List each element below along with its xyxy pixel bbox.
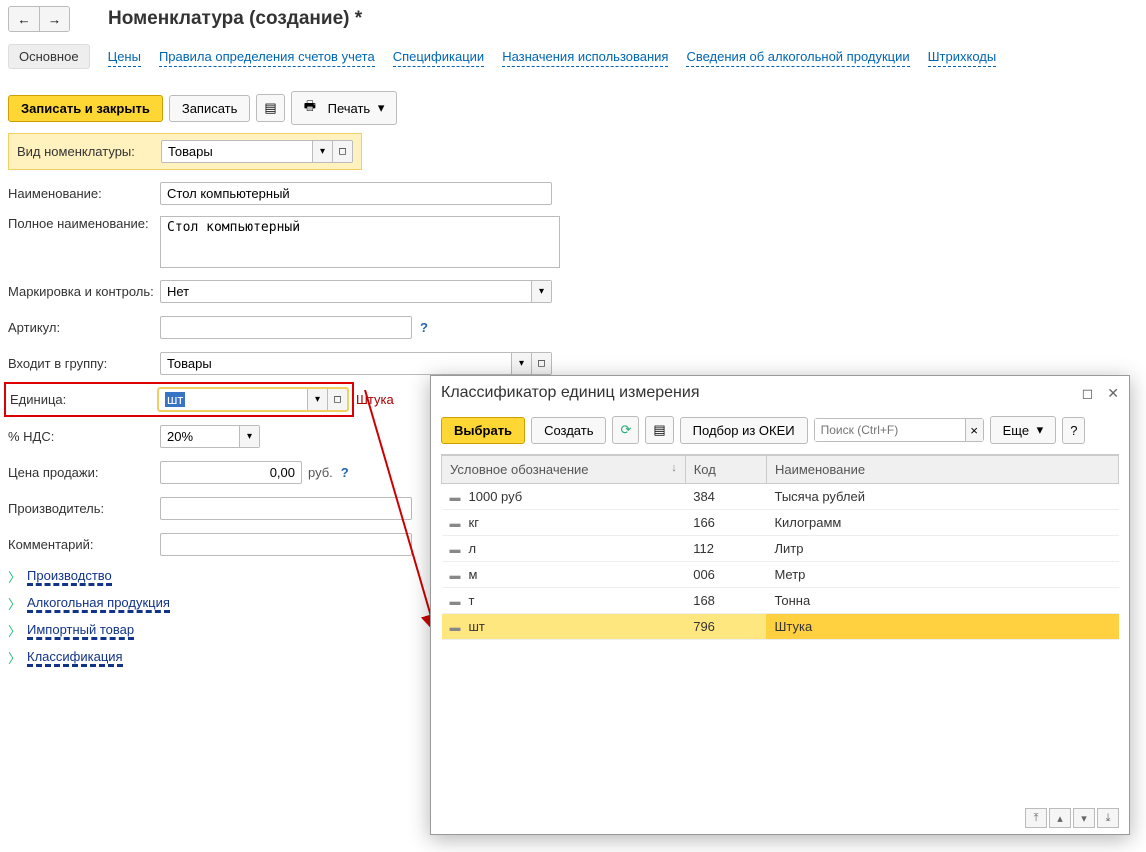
tabs: Основное Цены Правила определения счетов… bbox=[0, 44, 1146, 69]
article-input[interactable] bbox=[161, 317, 411, 338]
popup-close-icon[interactable]: ✕ bbox=[1107, 385, 1119, 402]
table-row[interactable]: ▬кг166Килограмм bbox=[442, 510, 1119, 536]
tab-prices[interactable]: Цены bbox=[108, 47, 141, 67]
search-clear-button[interactable]: × bbox=[965, 419, 983, 441]
tab-usage[interactable]: Назначения использования bbox=[502, 47, 668, 67]
list-view-button[interactable]: ▤ bbox=[645, 416, 673, 444]
table-row[interactable]: ▬т168Тонна bbox=[442, 588, 1119, 614]
article-label: Артикул: bbox=[8, 320, 160, 335]
more-button[interactable]: Еще ▾ bbox=[990, 416, 1057, 444]
units-classifier-popup: Классификатор единиц измерения ◻ ✕ Выбра… bbox=[430, 375, 1130, 835]
vat-label: % НДС: bbox=[8, 429, 160, 444]
item-icon: ▬ bbox=[450, 596, 461, 608]
save-button[interactable]: Записать bbox=[169, 95, 251, 122]
list-icon-button[interactable]: ▤ bbox=[256, 94, 284, 122]
name-input[interactable] bbox=[161, 183, 551, 204]
tab-alcohol[interactable]: Сведения об алкогольной продукции bbox=[686, 47, 909, 67]
select-button[interactable]: Выбрать bbox=[441, 417, 525, 444]
tab-accounts[interactable]: Правила определения счетов учета bbox=[159, 47, 375, 67]
group-open-button[interactable]: ◻ bbox=[531, 353, 551, 374]
table-row[interactable]: ▬м006Метр bbox=[442, 562, 1119, 588]
help-button[interactable]: ? bbox=[1062, 417, 1085, 444]
vat-dropdown-button[interactable]: ▾ bbox=[239, 426, 259, 447]
tab-specs[interactable]: Спецификации bbox=[393, 47, 485, 67]
printer-icon: 🖶 bbox=[304, 97, 316, 119]
units-table: Условное обозначение↓ Код Наименование ▬… bbox=[441, 455, 1119, 640]
save-close-button[interactable]: Записать и закрыть bbox=[8, 95, 163, 122]
list-icon: ▤ bbox=[653, 422, 665, 438]
fullname-label: Полное наименование: bbox=[8, 216, 160, 231]
type-open-button[interactable]: ◻ bbox=[332, 141, 352, 162]
print-button[interactable]: 🖶 Печать ▾ bbox=[291, 91, 398, 125]
price-label: Цена продажи: bbox=[8, 465, 160, 480]
item-icon: ▬ bbox=[450, 622, 461, 634]
article-help-icon[interactable]: ? bbox=[420, 320, 428, 335]
table-row[interactable]: ▬л112Литр bbox=[442, 536, 1119, 562]
group-input[interactable] bbox=[161, 353, 511, 374]
okei-button[interactable]: Подбор из ОКЕИ bbox=[680, 417, 808, 444]
scroll-top-button[interactable]: ⤒ bbox=[1025, 808, 1047, 828]
marking-input[interactable] bbox=[161, 281, 531, 302]
manufacturer-input[interactable] bbox=[161, 498, 411, 519]
group-dropdown-button[interactable]: ▾ bbox=[511, 353, 531, 374]
comment-label: Комментарий: bbox=[8, 537, 160, 552]
item-icon: ▬ bbox=[450, 518, 461, 530]
comment-input[interactable] bbox=[161, 534, 411, 555]
item-icon: ▬ bbox=[450, 492, 461, 504]
price-suffix: руб. bbox=[308, 465, 333, 480]
popup-maximize-icon[interactable]: ◻ bbox=[1082, 385, 1094, 402]
item-icon: ▬ bbox=[450, 570, 461, 582]
search-input[interactable] bbox=[815, 419, 965, 441]
refresh-button[interactable]: ⟳ bbox=[612, 416, 639, 444]
list-icon: ▤ bbox=[264, 100, 276, 116]
tab-barcodes[interactable]: Штрихкоды bbox=[928, 47, 997, 67]
col-code[interactable]: Код bbox=[685, 456, 766, 484]
popup-title: Классификатор единиц измерения bbox=[441, 384, 700, 402]
unit-dropdown-button[interactable]: ▾ bbox=[307, 389, 327, 410]
price-help-icon[interactable]: ? bbox=[341, 465, 349, 480]
marking-dropdown-button[interactable]: ▾ bbox=[531, 281, 551, 302]
unit-input[interactable]: шт bbox=[159, 389, 307, 410]
scroll-bottom-button[interactable]: ⤓ bbox=[1097, 808, 1119, 828]
scroll-down-button[interactable]: ▾ bbox=[1073, 808, 1095, 828]
type-input[interactable] bbox=[162, 141, 312, 162]
vat-input[interactable] bbox=[161, 426, 239, 447]
manufacturer-label: Производитель: bbox=[8, 501, 160, 516]
create-button[interactable]: Создать bbox=[531, 417, 606, 444]
nav-forward-button[interactable]: → bbox=[39, 7, 69, 31]
type-dropdown-button[interactable]: ▾ bbox=[312, 141, 332, 162]
unit-open-button[interactable]: ◻ bbox=[327, 389, 347, 410]
chevron-right-icon: 〉 bbox=[8, 567, 21, 586]
marking-label: Маркировка и контроль: bbox=[8, 284, 160, 299]
unit-label: Единица: bbox=[10, 392, 158, 407]
item-icon: ▬ bbox=[450, 544, 461, 556]
col-symbol[interactable]: Условное обозначение↓ bbox=[442, 456, 686, 484]
price-input[interactable] bbox=[161, 462, 301, 483]
unit-suffix: Штука bbox=[356, 392, 394, 407]
table-row[interactable]: ▬1000 руб384Тысяча рублей bbox=[442, 484, 1119, 510]
name-label: Наименование: bbox=[8, 186, 160, 201]
tab-main[interactable]: Основное bbox=[8, 44, 90, 69]
table-row[interactable]: ▬шт796Штука bbox=[442, 614, 1119, 640]
type-label: Вид номенклатуры: bbox=[17, 144, 161, 159]
page-title: Номенклатура (создание) * bbox=[108, 8, 362, 30]
scroll-up-button[interactable]: ▴ bbox=[1049, 808, 1071, 828]
nav-back-button[interactable]: ← bbox=[9, 7, 39, 31]
group-label: Входит в группу: bbox=[8, 356, 160, 371]
sort-down-icon: ↓ bbox=[671, 462, 677, 474]
chevron-right-icon: 〉 bbox=[8, 648, 21, 667]
refresh-icon: ⟳ bbox=[620, 422, 631, 438]
fullname-input[interactable]: Стол компьютерный bbox=[160, 216, 560, 268]
col-name[interactable]: Наименование bbox=[766, 456, 1118, 484]
chevron-right-icon: 〉 bbox=[8, 621, 21, 640]
chevron-right-icon: 〉 bbox=[8, 594, 21, 613]
